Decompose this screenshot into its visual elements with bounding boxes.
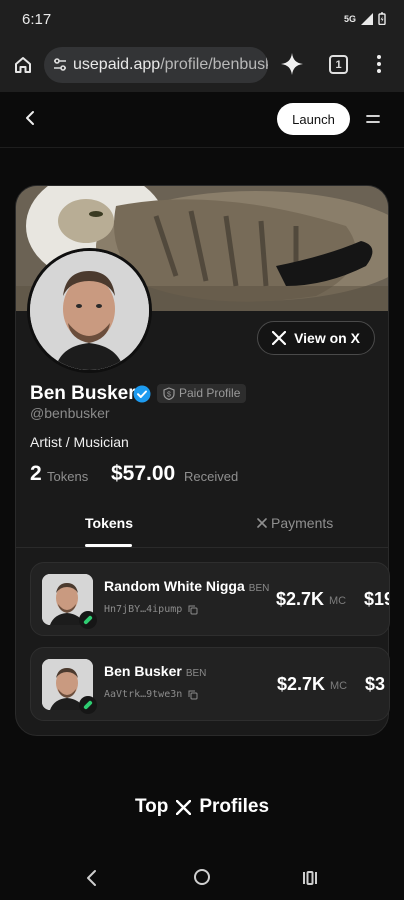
token-name-text: Ben Busker xyxy=(104,663,182,679)
tab-payments-label: Payments xyxy=(271,515,334,531)
token-name: Ben Busker BEN xyxy=(104,663,206,679)
nav-back-icon[interactable] xyxy=(84,868,100,888)
top-profiles-right: Profiles xyxy=(199,796,270,817)
token-market-cap: $2.7K xyxy=(276,589,325,609)
x-logo-icon xyxy=(272,331,287,345)
hamburger-icon[interactable] xyxy=(365,112,381,126)
token-ticker: BEN xyxy=(185,668,207,679)
profile-avatar xyxy=(27,248,152,373)
token-ticker: BEN xyxy=(248,583,270,594)
paid-profile-badge: $ Paid Profile xyxy=(157,384,247,403)
token-name: Random White Nigga BEN xyxy=(104,578,269,594)
nav-recents-icon[interactable] xyxy=(302,870,318,886)
token-extra-value: $3 xyxy=(365,674,386,694)
signal-icon xyxy=(361,12,373,25)
x-logo-icon xyxy=(176,799,192,815)
verified-check-icon xyxy=(133,385,151,403)
pill-icon xyxy=(79,696,97,714)
view-on-x-button[interactable]: View on X xyxy=(257,321,375,355)
status-time: 6:17 xyxy=(22,11,52,28)
svg-text:$: $ xyxy=(167,392,171,399)
status-icons: 5G xyxy=(344,12,386,25)
copy-icon[interactable] xyxy=(188,690,198,700)
battery-icon xyxy=(378,12,386,25)
x-logo-icon xyxy=(257,518,267,528)
top-profiles-title: Top Profiles xyxy=(0,796,404,818)
tab-tokens[interactable]: Tokens xyxy=(85,515,133,531)
home-icon xyxy=(15,57,31,73)
token-address-text: Hn7jBY…4ipump xyxy=(104,604,183,615)
pill-icon xyxy=(79,611,97,629)
token-address-text: AaVtrk…9twe3n xyxy=(104,689,183,700)
url-text: usepaid.app/profile/benbusk xyxy=(73,56,268,74)
tokens-count: 2 xyxy=(30,462,42,485)
token-mc-label: MC xyxy=(330,680,348,692)
browser-toolbar: usepaid.app/profile/benbusk 1 xyxy=(0,38,404,92)
received-amount: $57.00 xyxy=(111,462,176,485)
received-label: Received xyxy=(184,469,239,484)
site-settings-icon[interactable] xyxy=(53,57,67,73)
profile-name: Ben Busker xyxy=(30,383,136,404)
status-bar: 6:17 5G xyxy=(0,0,404,38)
copy-icon[interactable] xyxy=(188,605,198,615)
sparkle-icon[interactable] xyxy=(280,52,304,76)
nav-home-icon[interactable] xyxy=(193,868,211,886)
avatar-image xyxy=(30,251,149,370)
site-header: Launch xyxy=(0,92,404,148)
token-row[interactable]: Ben Busker BEN AaVtrk…9twe3n $2.7K MC $3 xyxy=(30,647,390,721)
tokens-count-label: Tokens xyxy=(47,469,89,484)
tab-switcher-button[interactable]: 1 xyxy=(329,55,348,74)
dollar-badge-icon: $ xyxy=(163,387,175,400)
launch-button[interactable]: Launch xyxy=(277,103,350,135)
token-mc-label: MC xyxy=(329,595,347,607)
chevron-left-icon[interactable] xyxy=(20,108,40,128)
token-address: Hn7jBY…4ipump xyxy=(104,604,198,615)
token-address: AaVtrk…9twe3n xyxy=(104,689,198,700)
top-profiles-left: Top xyxy=(134,796,169,817)
system-nav-bar xyxy=(0,852,404,900)
token-row[interactable]: Random White Nigga BEN Hn7jBY…4ipump $2.7… xyxy=(30,562,390,636)
browser-home-button[interactable] xyxy=(10,52,36,78)
view-on-x-label: View on X xyxy=(294,330,360,346)
token-name-text: Random White Nigga xyxy=(104,578,245,594)
address-bar[interactable]: usepaid.app/profile/benbusk xyxy=(44,47,268,83)
more-vert-icon[interactable] xyxy=(376,54,382,74)
profile-bio: Artist / Musician xyxy=(30,434,129,450)
url-path: /profile/benbusk xyxy=(160,56,268,73)
network-label: 5G xyxy=(343,13,356,24)
profile-handle: @benbusker xyxy=(30,405,110,421)
paid-profile-label: Paid Profile xyxy=(179,386,241,400)
tabs-divider xyxy=(15,547,389,548)
token-extra-value: $19 xyxy=(364,589,389,609)
token-market-cap: $2.7K xyxy=(277,674,326,694)
url-domain: usepaid.app xyxy=(73,56,161,73)
tab-payments[interactable]: Payments xyxy=(257,515,333,531)
